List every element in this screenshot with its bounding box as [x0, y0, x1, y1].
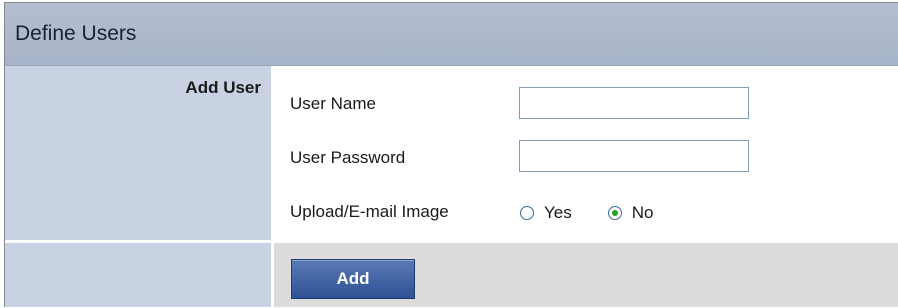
user-password-label: User Password [290, 148, 406, 167]
user-password-input[interactable] [519, 140, 749, 172]
no-radio-label[interactable]: No [632, 203, 654, 223]
yes-radio-label[interactable]: Yes [544, 203, 572, 223]
panel-title: Define Users [15, 22, 137, 45]
add-user-form: User Name User Password Upload/E-mail Im… [274, 66, 898, 240]
upload-email-image-label: Upload/E-mail Image [290, 202, 449, 221]
define-users-panel: Define Users Add User User Name User Pas… [4, 2, 898, 307]
form-actions: Add [274, 243, 898, 307]
add-user-label: Add User [185, 78, 261, 97]
add-button[interactable]: Add [291, 259, 415, 299]
section-label-column: Add User [5, 66, 271, 307]
panel-header: Define Users [5, 3, 898, 66]
upload-email-image-radio-group: Yes No [520, 201, 653, 225]
no-radio[interactable] [607, 206, 622, 220]
yes-radio[interactable] [520, 206, 534, 220]
user-name-label: User Name [290, 94, 376, 113]
user-name-input[interactable] [519, 87, 749, 119]
